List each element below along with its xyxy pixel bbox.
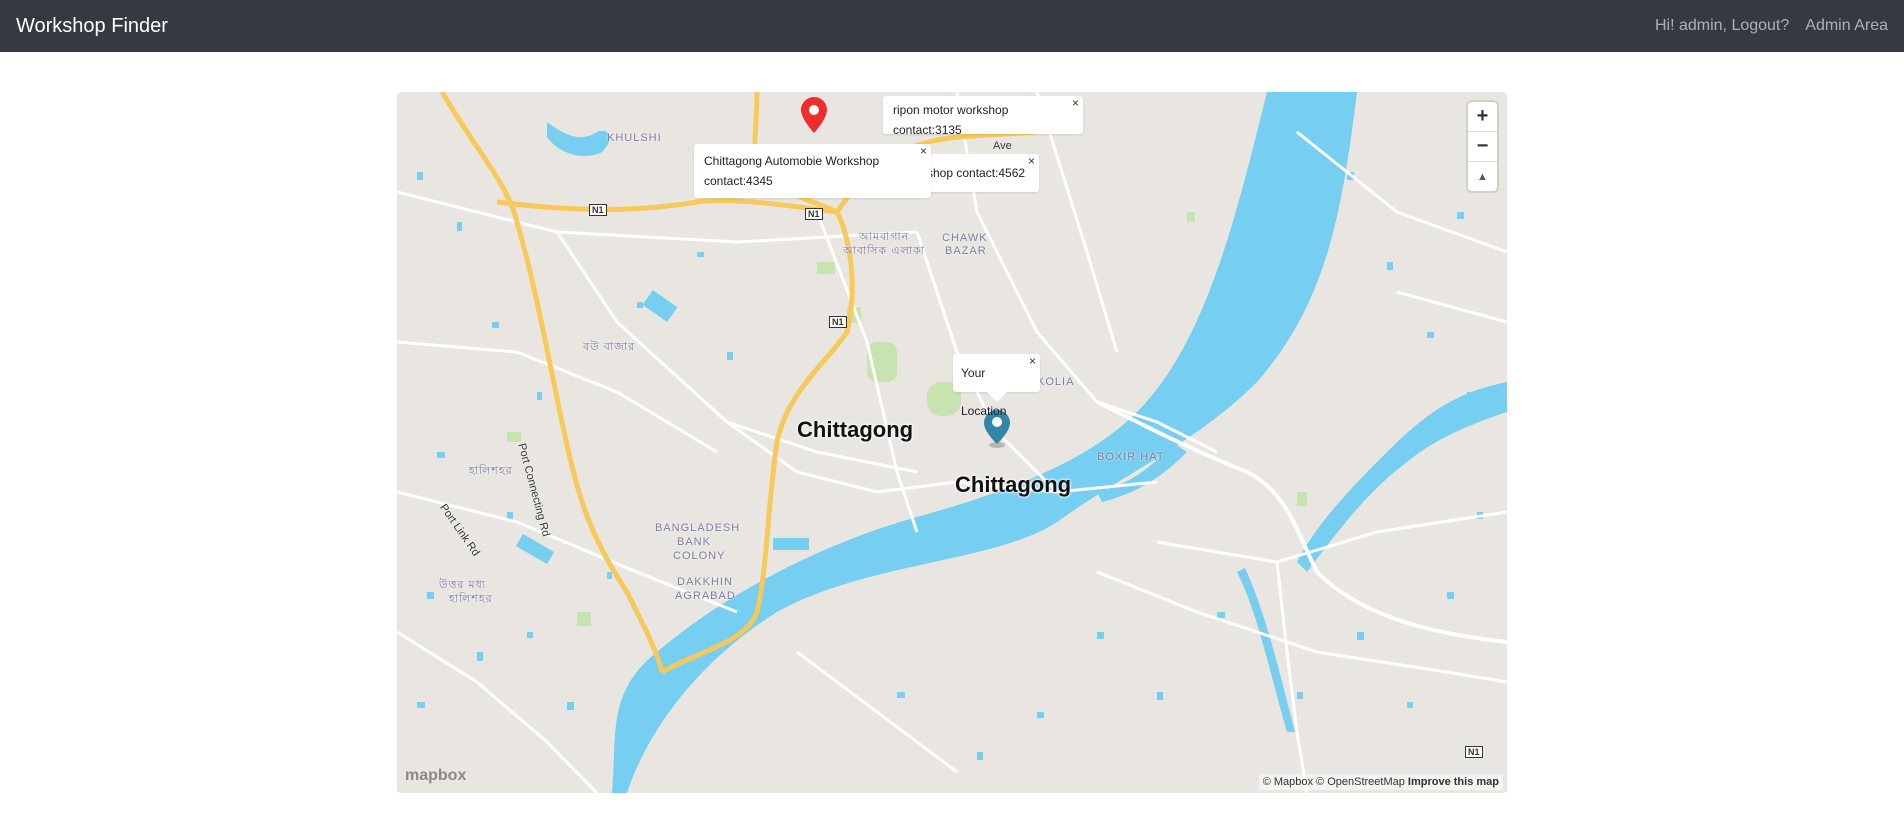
area-label-bazar: BAZAR bbox=[945, 245, 987, 257]
popup-automobile-close-icon[interactable]: × bbox=[920, 144, 927, 158]
popup-automobile-contact: contact:4345 bbox=[704, 174, 773, 188]
area-label-bn4: হালিশহর bbox=[469, 465, 513, 477]
zoom-out-button[interactable]: − bbox=[1468, 132, 1497, 162]
area-label-bank1: BANGLADESH bbox=[655, 522, 741, 534]
popup-partial-text: shop contact:4562 bbox=[927, 166, 1026, 180]
map-canvas[interactable]: Chittagong Chittagong KHULSHI CHAWK BAZA… bbox=[397, 92, 1507, 793]
popup-your-location: Your Location × bbox=[953, 354, 1040, 418]
area-label-bank2: BANK bbox=[677, 536, 711, 548]
popup-partial: shop contact:4562 × bbox=[917, 154, 1039, 192]
road-shield-n1-2: N1 bbox=[805, 208, 823, 220]
area-label-bn2: আবাসিক এলাকা bbox=[843, 245, 925, 257]
compass-icon[interactable]: ▲ bbox=[1468, 162, 1497, 191]
city-label-main: Chittagong bbox=[797, 417, 914, 442]
area-label-bn3: বউ বাজার bbox=[583, 341, 636, 353]
area-label-agrabad: AGRABAD bbox=[675, 590, 736, 602]
basemap bbox=[397, 92, 1507, 793]
area-label-boxir: BOXIR HAT bbox=[1097, 451, 1165, 463]
navbar: Workshop Finder Hi! admin, Logout? Admin… bbox=[0, 0, 1904, 52]
admin-area-link[interactable]: Admin Area bbox=[1805, 17, 1888, 35]
attribution-text[interactable]: © Mapbox © OpenStreetMap bbox=[1263, 776, 1405, 788]
popup-partial-close-icon[interactable]: × bbox=[1028, 154, 1035, 168]
popup-ripon: ripon motor workshop contact:3135 × bbox=[883, 96, 1083, 137]
navigation-control: + − ▲ bbox=[1468, 102, 1497, 191]
area-label-bn6: হালিশহর bbox=[449, 593, 493, 605]
road-shield-n1: N1 bbox=[589, 204, 607, 216]
popup-automobile: Chittagong Automobie Workshop contact:43… bbox=[694, 144, 931, 198]
road-shield-n1-3: N1 bbox=[829, 316, 847, 328]
zoom-in-button[interactable]: + bbox=[1468, 102, 1497, 132]
popup-location-tip bbox=[986, 392, 1007, 402]
popup-ripon-close-icon[interactable]: × bbox=[1072, 96, 1079, 110]
area-label-dakkhin: DAKKHIN bbox=[677, 576, 733, 588]
popup-ripon-text: ripon motor workshop contact:3135 bbox=[893, 103, 1009, 137]
road-shield-n1-4: N1 bbox=[1465, 746, 1483, 758]
workshop-marker-red[interactable] bbox=[801, 97, 827, 133]
mapbox-logo[interactable]: mapbox bbox=[405, 767, 466, 785]
area-label-khulshi: KHULSHI bbox=[607, 132, 662, 144]
popup-automobile-name: Chittagong Automobie Workshop bbox=[704, 154, 880, 168]
area-label-bank3: COLONY bbox=[673, 550, 726, 562]
attribution: © Mapbox © OpenStreetMap Improve this ma… bbox=[1258, 774, 1503, 790]
area-label-chawk: CHAWK bbox=[942, 232, 988, 244]
area-label-kolia: KOLIA bbox=[1037, 376, 1075, 388]
logout-link[interactable]: Hi! admin, Logout? bbox=[1655, 17, 1789, 35]
city-label-second: Chittagong bbox=[955, 472, 1072, 497]
popup-location-close-icon[interactable]: × bbox=[1029, 354, 1036, 368]
brand-link[interactable]: Workshop Finder bbox=[16, 15, 168, 38]
nav-right: Hi! admin, Logout? Admin Area bbox=[1655, 17, 1888, 35]
improve-map-link[interactable]: Improve this map bbox=[1408, 776, 1499, 788]
road-label-ave: Ave bbox=[993, 140, 1012, 152]
